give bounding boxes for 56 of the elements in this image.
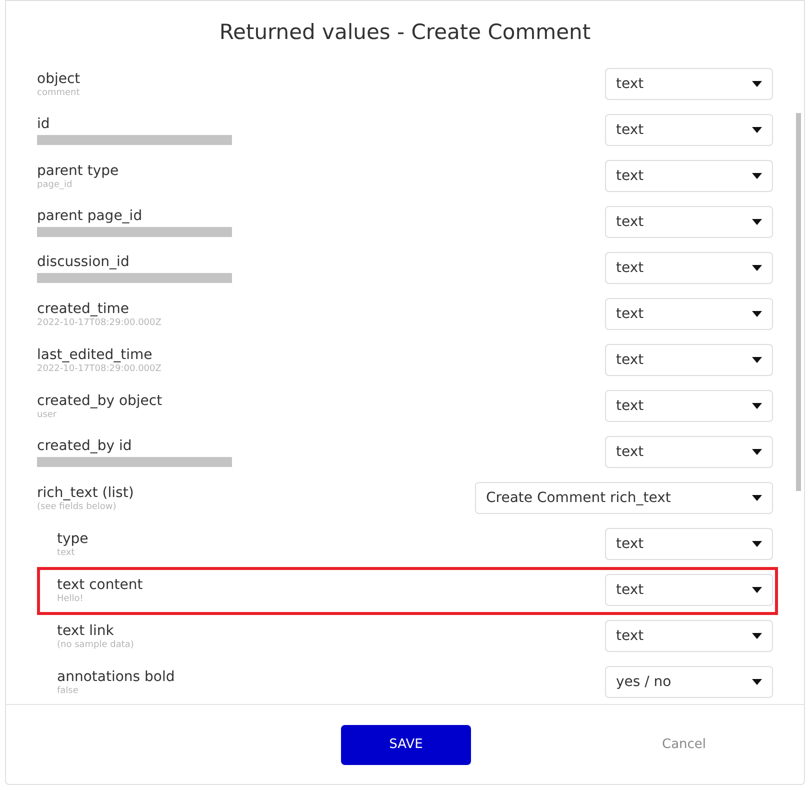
caret-icon — [752, 81, 762, 87]
field-label: parent page_id — [37, 207, 144, 225]
dialog-title: Returned values - Create Comment — [219, 19, 591, 46]
type-dropdown[interactable]: text — [605, 298, 773, 330]
sample-value: page_id — [37, 180, 74, 190]
type-dropdown[interactable]: text — [605, 528, 773, 560]
sample-value: comment — [37, 88, 80, 98]
field-label: created_by id — [37, 437, 133, 455]
type-dropdown[interactable]: text — [605, 344, 773, 376]
caret-icon — [752, 587, 762, 593]
caret-icon — [752, 403, 762, 409]
field-label: text link — [57, 622, 115, 640]
sample-value: Hello! — [57, 594, 84, 604]
field-label: text content — [57, 576, 143, 594]
field-label: parent type — [37, 162, 119, 180]
caret-icon — [752, 127, 762, 133]
field-label: type — [57, 530, 88, 548]
sample-value: text — [57, 548, 76, 558]
caret-icon — [752, 449, 762, 455]
caret-icon — [752, 679, 762, 685]
caret-icon — [752, 173, 762, 179]
save-button[interactable]: SAVE — [341, 724, 471, 764]
field-label: last_edited_time — [37, 346, 154, 364]
sample-value: user — [37, 410, 58, 420]
caret-icon — [752, 541, 762, 547]
field-label: created_time — [37, 300, 130, 318]
type-dropdown[interactable]: text — [605, 620, 773, 652]
caret-icon — [752, 219, 762, 225]
field-label: annotations bold — [57, 668, 175, 686]
field-label: rich_text (list) — [37, 484, 134, 502]
type-dropdown[interactable]: text — [605, 160, 773, 192]
caret-icon — [752, 633, 762, 639]
type-dropdown[interactable]: Create Comment rich_text — [475, 482, 773, 514]
sample-value: (see fields below) — [37, 502, 118, 512]
field-label: object — [37, 70, 80, 88]
field-label: created_by object — [37, 392, 162, 410]
scrollbar-thumb[interactable] — [796, 113, 801, 491]
caret-icon — [752, 357, 762, 363]
caret-icon — [752, 311, 762, 317]
type-dropdown[interactable]: text — [605, 114, 773, 146]
type-dropdown[interactable]: text — [605, 68, 773, 100]
field-label: discussion_id — [37, 253, 130, 271]
type-dropdown[interactable]: yes / no — [605, 666, 773, 698]
cancel-button[interactable]: Cancel — [662, 734, 706, 754]
sample-value: 2022-10-17T08:29:00.000Z — [37, 318, 162, 328]
sample-value: (no sample data) — [57, 640, 134, 650]
type-dropdown[interactable]: text — [605, 436, 773, 468]
sample-value: 2022-10-17T08:29:00.000Z — [37, 364, 162, 374]
type-dropdown[interactable]: text — [605, 252, 773, 284]
sample-value: false — [57, 686, 80, 696]
caret-icon — [752, 495, 762, 501]
type-dropdown[interactable]: text — [605, 206, 773, 238]
field-label: id — [37, 115, 51, 133]
type-dropdown[interactable]: text — [605, 574, 773, 606]
type-dropdown[interactable]: text — [605, 390, 773, 422]
caret-icon — [752, 265, 762, 271]
